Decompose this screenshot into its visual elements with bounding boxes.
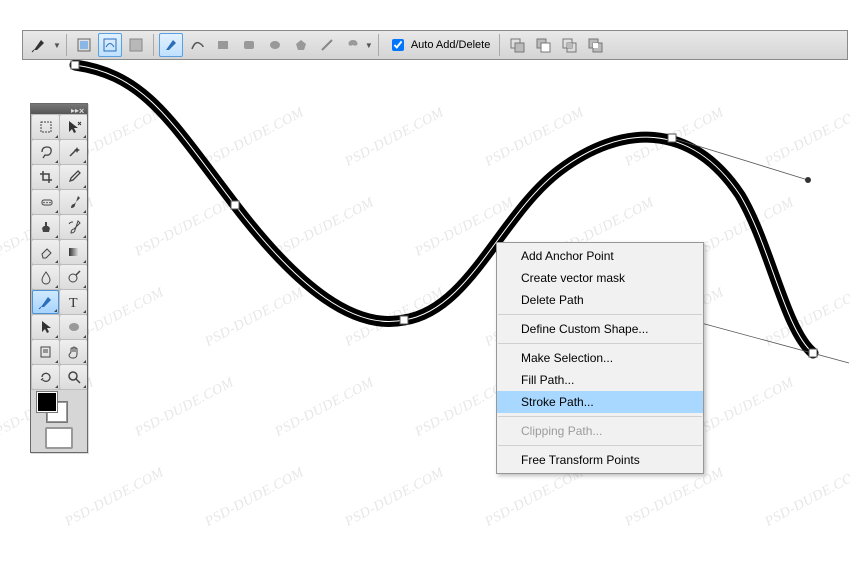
ellipse-shape-icon[interactable]	[263, 33, 287, 57]
tool-rotate[interactable]	[32, 365, 59, 389]
tool-marquee[interactable]	[32, 115, 59, 139]
watermark: PSD-DUDE.COM	[133, 195, 237, 261]
watermark: PSD-DUDE.COM	[763, 465, 850, 531]
menu-item-free-transform-points[interactable]: Free Transform Points	[497, 449, 703, 471]
color-swatches[interactable]	[31, 390, 87, 424]
menu-item-define-custom-shape[interactable]: Define Custom Shape...	[497, 318, 703, 340]
menu-separator	[498, 314, 702, 315]
tools-panel: ▸▸ × T	[30, 103, 88, 453]
options-bar: ▼ ▼ Auto Add/Delete	[22, 30, 848, 60]
menu-item-fill-path[interactable]: Fill Path...	[497, 369, 703, 391]
watermark: PSD-DUDE.COM	[483, 465, 587, 531]
auto-add-delete-input[interactable]	[392, 39, 404, 51]
tool-path-select[interactable]	[32, 315, 59, 339]
tool-dodge[interactable]	[60, 265, 87, 289]
tool-blur[interactable]	[32, 265, 59, 289]
freeform-pen-icon[interactable]	[185, 33, 209, 57]
watermark: PSD-DUDE.COM	[693, 195, 797, 261]
watermark: PSD-DUDE.COM	[623, 465, 727, 531]
watermark: PSD-DUDE.COM	[203, 105, 307, 171]
shape-layer-mode-icon[interactable]	[72, 33, 96, 57]
fill-pixels-mode-icon[interactable]	[124, 33, 148, 57]
canvas[interactable]: PSD-DUDE.COM PSD-DUDE.COM PSD-DUDE.COM P…	[0, 0, 850, 564]
polygon-shape-icon[interactable]	[289, 33, 313, 57]
path-subtract-icon[interactable]	[531, 33, 555, 57]
tool-crop[interactable]	[32, 165, 59, 189]
watermark: PSD-DUDE.COM	[133, 375, 237, 441]
rect-shape-icon[interactable]	[211, 33, 235, 57]
menu-item-clipping-path: Clipping Path...	[497, 420, 703, 442]
tools-panel-header[interactable]: ▸▸ ×	[31, 104, 87, 114]
custom-shape-icon[interactable]	[341, 33, 365, 57]
tool-history-brush[interactable]	[60, 215, 87, 239]
svg-text:T: T	[69, 296, 78, 310]
path-exclude-icon[interactable]	[583, 33, 607, 57]
tool-lasso[interactable]	[32, 140, 59, 164]
tool-brush[interactable]	[60, 190, 87, 214]
watermark: PSD-DUDE.COM	[343, 105, 447, 171]
menu-item-create-vector-mask[interactable]: Create vector mask	[497, 267, 703, 289]
watermark: PSD-DUDE.COM	[273, 195, 377, 261]
tool-healing[interactable]	[32, 190, 59, 214]
watermark: PSD-DUDE.COM	[763, 285, 850, 351]
watermark: PSD-DUDE.COM	[203, 465, 307, 531]
tool-type[interactable]: T	[60, 290, 87, 314]
tool-zoom[interactable]	[60, 365, 87, 389]
menu-item-delete-path[interactable]: Delete Path	[497, 289, 703, 311]
menu-item-stroke-path[interactable]: Stroke Path...	[497, 391, 703, 413]
tool-pen[interactable]	[32, 290, 59, 314]
rounded-rect-shape-icon[interactable]	[237, 33, 261, 57]
watermark: PSD-DUDE.COM	[63, 465, 167, 531]
path-add-icon[interactable]	[505, 33, 529, 57]
context-menu: Add Anchor PointCreate vector maskDelete…	[496, 242, 704, 474]
tool-gradient[interactable]	[60, 240, 87, 264]
tool-shape[interactable]	[60, 315, 87, 339]
pen-tool-icon[interactable]	[159, 33, 183, 57]
menu-separator	[498, 416, 702, 417]
watermark: PSD-DUDE.COM	[693, 375, 797, 441]
watermark: PSD-DUDE.COM	[343, 465, 447, 531]
menu-item-make-selection[interactable]: Make Selection...	[497, 347, 703, 369]
watermark: PSD-DUDE.COM	[623, 105, 727, 171]
tool-move[interactable]	[60, 115, 87, 139]
watermark: PSD-DUDE.COM	[343, 285, 447, 351]
tool-magic-wand[interactable]	[60, 140, 87, 164]
watermark: PSD-DUDE.COM	[273, 375, 377, 441]
watermark: PSD-DUDE.COM	[203, 285, 307, 351]
tool-eraser[interactable]	[32, 240, 59, 264]
watermark: PSD-DUDE.COM	[483, 105, 587, 171]
quick-mask-toggle[interactable]	[31, 424, 87, 452]
line-shape-icon[interactable]	[315, 33, 339, 57]
path-intersect-icon[interactable]	[557, 33, 581, 57]
watermark: PSD-DUDE.COM	[763, 105, 850, 171]
menu-separator	[498, 445, 702, 446]
auto-add-delete-checkbox[interactable]: Auto Add/Delete	[388, 36, 491, 54]
tool-eyedropper[interactable]	[60, 165, 87, 189]
vector-path-svg	[0, 0, 850, 564]
tool-hand[interactable]	[60, 340, 87, 364]
tool-clone[interactable]	[32, 215, 59, 239]
pen-tool-indicator-icon[interactable]	[27, 33, 51, 57]
auto-add-delete-label: Auto Add/Delete	[411, 39, 491, 51]
menu-separator	[498, 343, 702, 344]
paths-mode-icon[interactable]	[98, 33, 122, 57]
menu-item-add-anchor-point[interactable]: Add Anchor Point	[497, 245, 703, 267]
tool-notes[interactable]	[32, 340, 59, 364]
foreground-swatch[interactable]	[37, 392, 57, 412]
